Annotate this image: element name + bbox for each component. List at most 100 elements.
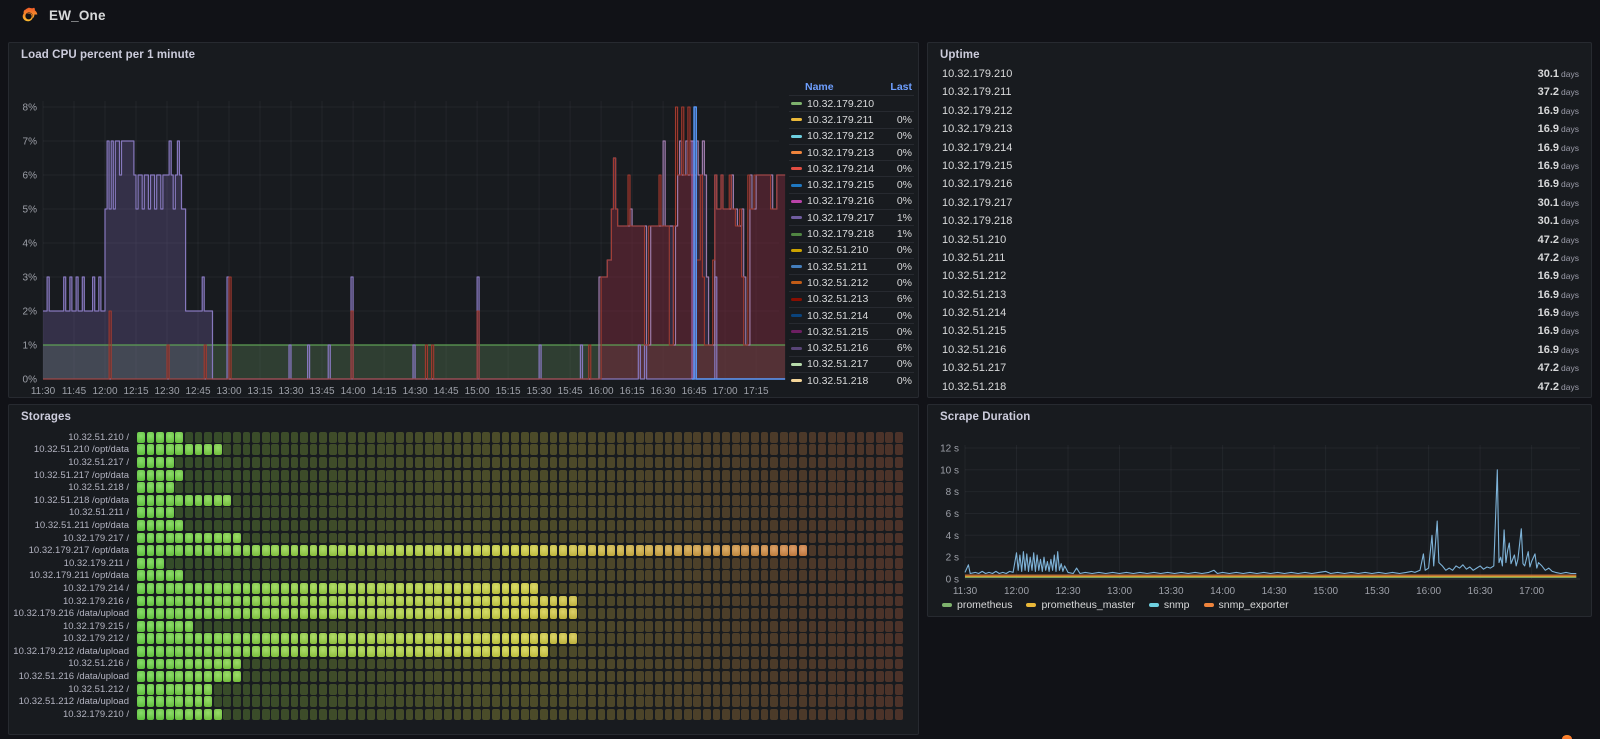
series-name[interactable]: 10.32.179.215 xyxy=(807,179,893,191)
cpu-legend-item[interactable]: 10.32.51.2140% xyxy=(789,307,914,323)
series-name[interactable]: 10.32.179.211 xyxy=(807,114,893,126)
cpu-legend-item[interactable]: 10.32.179.2160% xyxy=(789,193,914,209)
cpu-legend-item[interactable]: 10.32.179.2140% xyxy=(789,160,914,176)
scrape-legend-item[interactable]: snmp xyxy=(1149,599,1190,611)
cpu-chart[interactable]: 0%1%2%3%4%5%6%7%8%11:3011:4512:0012:1512… xyxy=(9,43,920,399)
storage-cell xyxy=(693,507,701,518)
storage-cell xyxy=(233,570,241,581)
storage-cell xyxy=(338,495,346,506)
series-name[interactable]: 10.32.179.210 xyxy=(807,98,908,110)
cpu-legend-item[interactable]: 10.32.51.2180% xyxy=(789,372,914,388)
series-name[interactable]: 10.32.179.212 xyxy=(807,130,893,142)
cpu-legend-item[interactable]: 10.32.179.2110% xyxy=(789,111,914,127)
storage-cell xyxy=(185,470,193,481)
series-name[interactable]: 10.32.51.214 xyxy=(807,310,893,322)
cpu-legend-item[interactable]: 10.32.179.210 xyxy=(789,95,914,111)
panel-title-storages[interactable]: Storages xyxy=(21,411,71,423)
storage-cell xyxy=(885,709,893,720)
storage-cell xyxy=(703,533,711,544)
storage-cell xyxy=(780,570,788,581)
storage-cell xyxy=(463,457,471,468)
series-name[interactable]: 10.32.51.213 xyxy=(807,293,893,305)
storage-cell xyxy=(665,633,673,644)
storage-cell xyxy=(713,646,721,657)
storage-cell xyxy=(789,520,797,531)
storages-heatmap[interactable]: 10.32.51.210 /10.32.51.210 /opt/data10.3… xyxy=(9,431,912,721)
cpu-legend-last-header[interactable]: Last xyxy=(890,79,912,95)
storage-cell xyxy=(291,545,299,556)
storage-cell xyxy=(434,545,442,556)
series-name[interactable]: 10.32.51.215 xyxy=(807,326,893,338)
uptime-host: 10.32.179.211 xyxy=(942,83,1012,101)
storage-cell xyxy=(780,709,788,720)
storage-cell xyxy=(482,507,490,518)
series-name[interactable]: snmp xyxy=(1164,599,1190,611)
series-name[interactable]: prometheus xyxy=(957,599,1012,611)
series-name[interactable]: 10.32.179.213 xyxy=(807,147,893,159)
storage-cell xyxy=(751,495,759,506)
storage-cell xyxy=(348,684,356,695)
storage-cell xyxy=(473,621,481,632)
scrape-legend-item[interactable]: prometheus xyxy=(942,599,1012,611)
cpu-legend-item[interactable]: 10.32.51.2166% xyxy=(789,339,914,355)
cpu-legend-item[interactable]: 10.32.51.2150% xyxy=(789,323,914,339)
scrape-chart[interactable]: 0 s2 s4 s6 s8 s10 s12 s11:3012:0012:3013… xyxy=(928,405,1593,618)
storage-cell xyxy=(732,608,740,619)
cpu-legend-item[interactable]: 10.32.51.2170% xyxy=(789,356,914,372)
dashboard-title[interactable]: EW_One xyxy=(49,8,106,23)
storage-cell xyxy=(540,444,548,455)
x-tick-label: 16:30 xyxy=(651,386,676,397)
storage-cell xyxy=(857,570,865,581)
storage-row: 10.32.179.212 /data/upload xyxy=(9,645,912,658)
storage-cell xyxy=(540,558,548,569)
storage-cell xyxy=(588,633,596,644)
series-name[interactable]: 10.32.51.216 xyxy=(807,342,893,354)
series-name[interactable]: 10.32.51.218 xyxy=(807,375,893,387)
storage-cell xyxy=(223,432,231,443)
grafana-logo-icon[interactable] xyxy=(22,7,39,24)
storage-cell xyxy=(895,444,903,455)
series-name[interactable]: snmp_exporter xyxy=(1219,599,1289,611)
storage-cell xyxy=(185,583,193,594)
cpu-legend-item[interactable]: 10.32.179.2130% xyxy=(789,144,914,160)
storage-cell xyxy=(617,444,625,455)
storage-cell xyxy=(195,696,203,707)
series-name[interactable]: 10.32.51.212 xyxy=(807,277,893,289)
storage-cell xyxy=(674,432,682,443)
series-name[interactable]: 10.32.179.218 xyxy=(807,228,893,240)
series-name[interactable]: 10.32.51.210 xyxy=(807,244,893,256)
series-name[interactable]: 10.32.51.211 xyxy=(807,261,893,273)
cpu-legend-item[interactable]: 10.32.51.2110% xyxy=(789,258,914,274)
storage-cell xyxy=(377,444,385,455)
storage-cell xyxy=(617,558,625,569)
storage-cell xyxy=(684,533,692,544)
panel-title-uptime[interactable]: Uptime xyxy=(940,49,980,61)
storage-cell xyxy=(156,558,164,569)
storage-cell xyxy=(511,482,519,493)
storage-cell xyxy=(434,457,442,468)
series-name[interactable]: 10.32.179.216 xyxy=(807,195,893,207)
scrape-legend-item[interactable]: prometheus_master xyxy=(1026,599,1134,611)
storage-cell xyxy=(271,583,279,594)
storage-cell xyxy=(348,583,356,594)
storage-cell xyxy=(511,659,519,670)
series-name[interactable]: 10.32.179.217 xyxy=(807,212,893,224)
storage-cell xyxy=(233,482,241,493)
cpu-legend-item[interactable]: 10.32.179.2120% xyxy=(789,128,914,144)
scrape-legend-item[interactable]: snmp_exporter xyxy=(1204,599,1289,611)
cpu-legend-item[interactable]: 10.32.179.2181% xyxy=(789,225,914,241)
uptime-host: 10.32.51.218 xyxy=(942,378,1006,396)
cpu-legend-item[interactable]: 10.32.51.2136% xyxy=(789,291,914,307)
cpu-legend-item[interactable]: 10.32.51.2120% xyxy=(789,274,914,290)
series-name[interactable]: 10.32.51.217 xyxy=(807,358,893,370)
storage-cell xyxy=(233,507,241,518)
cpu-legend-name-header[interactable]: Name xyxy=(805,79,834,95)
storage-cell xyxy=(636,596,644,607)
cpu-legend-item[interactable]: 10.32.179.2150% xyxy=(789,176,914,192)
storage-cell xyxy=(828,696,836,707)
series-name[interactable]: prometheus_master xyxy=(1041,599,1134,611)
axis-labels: 0 s2 s4 s6 s8 s10 s12 s11:3012:0012:3013… xyxy=(940,444,1544,598)
cpu-legend-item[interactable]: 10.32.51.2100% xyxy=(789,242,914,258)
cpu-legend-item[interactable]: 10.32.179.2171% xyxy=(789,209,914,225)
series-name[interactable]: 10.32.179.214 xyxy=(807,163,893,175)
